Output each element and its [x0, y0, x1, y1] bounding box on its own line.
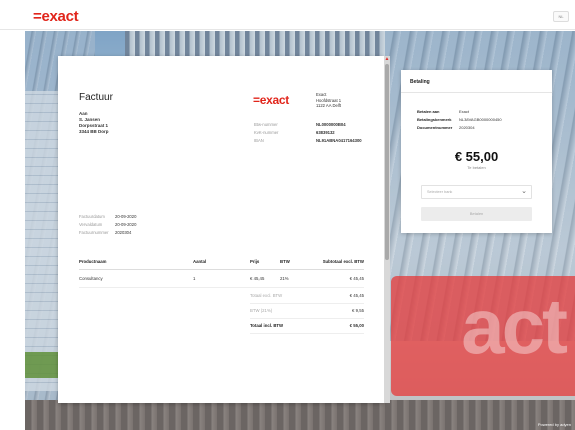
payment-details: Betalen aan Exact Betalingskenmerk NL38V… [417, 108, 502, 132]
exact-logo[interactable]: =exact [33, 8, 79, 25]
date-value: 20-09-2020 [115, 222, 137, 227]
column-header: Subtotaal excl. BTW [322, 259, 364, 264]
registration-row: IBAN NL91ABNA0417164300 [254, 137, 362, 145]
date-row: Factuurdatum 20-09-2020 [79, 213, 136, 221]
date-label: Factuurdatum [79, 214, 105, 219]
scrollbar-thumb[interactable] [385, 64, 389, 260]
powered-by-label: Powered by adyen [537, 422, 571, 427]
date-row: Vervaldatum 20-09-2020 [79, 221, 136, 229]
building-top [125, 31, 385, 59]
payment-detail-row: Betalen aan Exact [417, 108, 502, 116]
payment-detail-label: Betalen aan [417, 109, 440, 114]
totals-row: BTW (21%) € 9,55 [250, 304, 364, 319]
date-value: 20-09-2020 [115, 214, 137, 219]
date-label: Factuurnummer [79, 230, 109, 235]
column-header: Aantal [193, 259, 207, 264]
registration-value: NL91ABNA0417164300 [316, 138, 362, 143]
table-cell: € 45,45 [250, 276, 265, 281]
payment-title: Betaling [410, 79, 430, 85]
invoice-document: Factuur Aan S. Jansen Dorpsstraat 1 3344… [58, 56, 384, 403]
registration-value: 63839132 [316, 130, 335, 135]
payment-detail-row: Documentnummer 2020304 [417, 124, 502, 132]
top-header: =exact NL [0, 0, 575, 30]
invoice-title: Factuur [79, 92, 113, 103]
invoice-totals: Totaal excl. BTW € 45,45 BTW (21%) € 9,5… [250, 289, 364, 334]
payment-detail-value: NL38VAGB0000000450 [459, 117, 502, 122]
column-header: Prijs [250, 259, 260, 264]
totals-row: Totaal excl. BTW € 45,45 [250, 289, 364, 304]
totals-label: Totaal incl. BTW [250, 323, 284, 328]
table-cell: Consultancy [79, 276, 103, 281]
date-value: 2020304 [115, 230, 132, 235]
table-row: Consultancy 1 € 45,45 21% € 45,45 [79, 270, 364, 288]
pavement [25, 400, 575, 430]
pay-button[interactable]: Betalen [421, 207, 532, 221]
date-row: Factuurnummer 2020304 [79, 229, 136, 237]
column-header: BTW [280, 259, 290, 264]
date-label: Vervaldatum [79, 222, 103, 227]
registration-row: KvK-nummer 63839132 [254, 129, 362, 137]
payment-amount: € 55,00 [454, 149, 499, 164]
divider [401, 92, 552, 93]
bank-select-placeholder: Selecteer bank [427, 190, 453, 194]
bank-select[interactable]: Selecteer bank ⌄ [421, 185, 532, 199]
recipient-address: Aan S. Jansen Dorpsstraat 1 3344 BB Dorp [79, 111, 109, 135]
table-cell: € 45,45 [349, 276, 364, 281]
payment-detail-row: Betalingskenmerk NL38VAGB0000000450 [417, 116, 502, 124]
registration-label: Btw-nummer [254, 122, 278, 127]
payment-detail-label: Documentnummer [417, 125, 453, 130]
column-header: Productnaam [79, 259, 107, 264]
payment-panel: Betaling Betalen aan Exact Betalingskenm… [401, 70, 552, 233]
company-address: Exact Hoofdstraat 1 1122 AA Delft [316, 92, 341, 109]
totals-value: € 55,00 [349, 323, 364, 328]
recipient-line: 3344 BB Dorp [79, 129, 109, 134]
totals-label: BTW (21%) [250, 308, 273, 313]
company-line: 1122 AA Delft [316, 103, 342, 109]
building-left-facade [25, 91, 61, 391]
scroll-up-arrow-icon[interactable]: ▲ [384, 56, 390, 62]
invoice-logo: =exact [253, 93, 289, 107]
table-cell: 21% [280, 276, 289, 281]
payment-detail-value: Exact [459, 109, 470, 114]
totals-value: € 9,55 [352, 308, 364, 313]
totals-label: Totaal excl. BTW [250, 293, 283, 298]
sign-text: act [461, 282, 568, 370]
totals-value: € 45,45 [349, 293, 364, 298]
table-header: Productnaam Aantal Prijs BTW Subtotaal e… [79, 259, 364, 270]
payment-detail-value: 2020304 [459, 125, 475, 130]
grand-total-row: Totaal incl. BTW € 55,00 [250, 319, 364, 334]
chevron-down-icon: ⌄ [521, 188, 527, 195]
payment-detail-label: Betalingskenmerk [417, 117, 452, 122]
invoice-dates: Factuurdatum 20-09-2020 Vervaldatum 20-0… [79, 213, 136, 237]
registration-info: Btw-nummer NL0000000B04 KvK-nummer 63839… [254, 121, 362, 145]
registration-label: KvK-nummer [254, 130, 279, 135]
table-cell: 1 [193, 276, 196, 281]
registration-row: Btw-nummer NL0000000B04 [254, 121, 362, 129]
registration-label: IBAN [254, 138, 264, 143]
line-items-table: Productnaam Aantal Prijs BTW Subtotaal e… [79, 259, 364, 288]
language-button[interactable]: NL [553, 11, 569, 22]
registration-value: NL0000000B04 [316, 122, 346, 127]
amount-caption: Te betalen [467, 165, 486, 170]
